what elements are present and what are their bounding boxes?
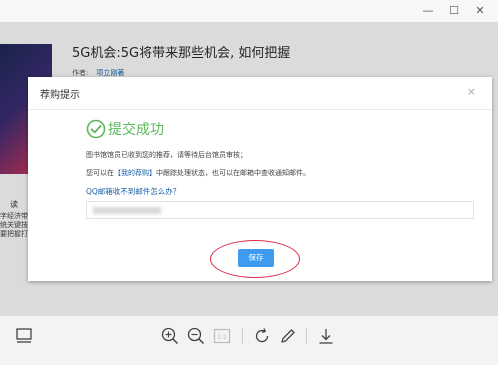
notice-text: 图书馆馆员已收到您的推荐，请等待后台馆员审核； <box>86 151 247 159</box>
edit-icon[interactable] <box>278 326 298 346</box>
actual-size-icon: 1:1 <box>212 326 232 346</box>
dialog-title: 荐购提示 <box>40 90 80 101</box>
tracking-text: 您可以在【我的荐购】中跟踪处理状态，也可以在邮箱中查收通知邮件。 <box>86 168 310 178</box>
save-button[interactable]: 保存 <box>238 249 274 267</box>
tracking-text-pre: 您可以在 <box>86 169 114 177</box>
toolbar-divider <box>306 328 307 344</box>
recommend-dialog: 荐购提示 × 提交成功 图书馆馆员已收到您的推荐，请等待后台馆员审核； 您可以在… <box>28 77 492 281</box>
close-icon[interactable]: × <box>467 85 476 98</box>
success-message: 提交成功 <box>108 122 164 138</box>
obscured-email-value <box>93 207 161 214</box>
check-circle-icon <box>86 119 106 139</box>
viewer-titlebar: — ☐ ✕ <box>0 0 498 22</box>
download-icon[interactable] <box>316 326 336 346</box>
email-field[interactable] <box>86 201 474 219</box>
toolbar-divider <box>242 328 243 344</box>
dialog-header: 荐购提示 × <box>28 77 492 110</box>
zoom-out-icon[interactable] <box>186 326 206 346</box>
my-recommendations-link[interactable]: 【我的荐购】 <box>114 169 156 177</box>
email-help-link[interactable]: QQ邮箱收不到邮件怎么办？ <box>86 186 180 197</box>
actual-size-label: 1:1 <box>217 334 227 341</box>
thumbnail-icon[interactable] <box>14 326 34 346</box>
rotate-icon[interactable] <box>252 326 272 346</box>
maximize-button[interactable]: ☐ <box>444 3 464 19</box>
tracking-text-post: 中跟踪处理状态，也可以在邮箱中查收通知邮件。 <box>156 169 310 177</box>
close-window-button[interactable]: ✕ <box>470 3 490 19</box>
zoom-in-icon[interactable] <box>160 326 180 346</box>
viewer-toolbar: 1:1 <box>0 316 498 365</box>
minimize-button[interactable]: — <box>418 3 438 19</box>
